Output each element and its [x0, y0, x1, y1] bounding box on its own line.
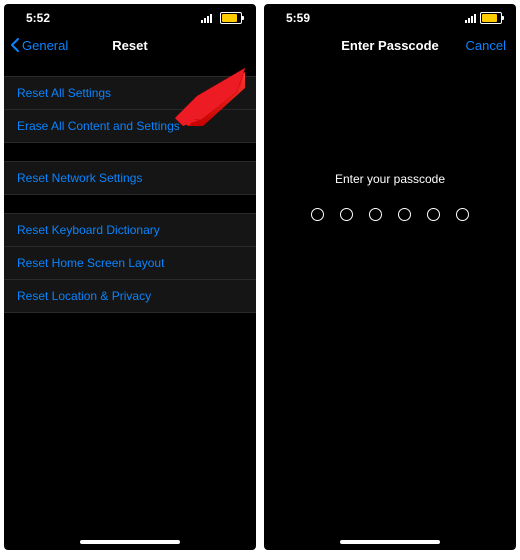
chevron-left-icon: [10, 38, 20, 52]
nav-title: Enter Passcode: [341, 38, 439, 53]
status-bar: 5:59: [264, 4, 516, 28]
passcode-dot: [456, 208, 469, 221]
reset-list: Reset All Settings Erase All Content and…: [4, 62, 256, 550]
passcode-prompt: Enter your passcode: [264, 172, 516, 186]
status-icons: [201, 12, 242, 24]
status-time: 5:52: [26, 11, 50, 25]
passcode-dot: [311, 208, 324, 221]
cancel-button[interactable]: Cancel: [466, 38, 506, 53]
list-group: Reset All Settings Erase All Content and…: [4, 76, 256, 143]
reset-location-privacy[interactable]: Reset Location & Privacy: [4, 280, 256, 312]
passcode-dot: [398, 208, 411, 221]
reset-all-settings[interactable]: Reset All Settings: [4, 77, 256, 110]
list-group: Reset Network Settings: [4, 161, 256, 195]
reset-network-settings[interactable]: Reset Network Settings: [4, 162, 256, 194]
passcode-dots[interactable]: [264, 208, 516, 221]
battery-icon: [480, 12, 502, 24]
nav-bar: Enter Passcode Cancel: [264, 28, 516, 62]
phone-reset-screen: 5:52 General Reset Reset All Settings Er…: [4, 4, 256, 550]
status-icons: [465, 12, 502, 24]
nav-bar: General Reset: [4, 28, 256, 62]
battery-icon: [220, 12, 242, 24]
passcode-dot: [340, 208, 353, 221]
home-indicator[interactable]: [340, 540, 440, 544]
reset-home-screen-layout[interactable]: Reset Home Screen Layout: [4, 247, 256, 280]
signal-icon: [465, 14, 476, 23]
phone-passcode-screen: 5:59 Enter Passcode Cancel Enter your pa…: [264, 4, 516, 550]
status-time: 5:59: [286, 11, 310, 25]
status-bar: 5:52: [4, 4, 256, 28]
passcode-dot: [427, 208, 440, 221]
signal-icon: [201, 14, 212, 23]
erase-all-content[interactable]: Erase All Content and Settings: [4, 110, 256, 142]
passcode-area: Enter your passcode: [264, 172, 516, 221]
reset-keyboard-dictionary[interactable]: Reset Keyboard Dictionary: [4, 214, 256, 247]
back-label: General: [22, 38, 68, 53]
back-button[interactable]: General: [10, 38, 68, 53]
home-indicator[interactable]: [80, 540, 180, 544]
passcode-dot: [369, 208, 382, 221]
list-group: Reset Keyboard Dictionary Reset Home Scr…: [4, 213, 256, 313]
nav-title: Reset: [112, 38, 147, 53]
